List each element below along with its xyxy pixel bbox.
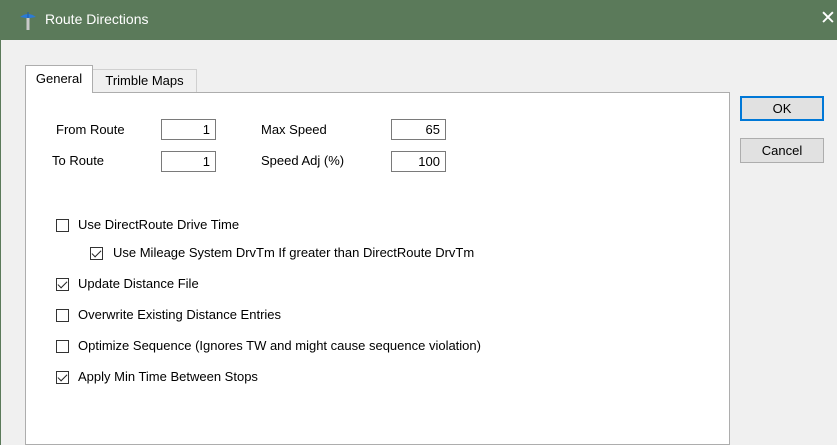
to-route-label: To Route <box>52 153 105 168</box>
speed-adj-label: Speed Adj (%) <box>261 153 345 168</box>
update-distance-label: Update Distance File <box>78 276 199 291</box>
tab-trimble-maps[interactable]: Trimble Maps <box>93 69 197 92</box>
title-bar: Route Directions ✕ <box>0 0 837 40</box>
apply-min-time-label: Apply Min Time Between Stops <box>78 369 258 384</box>
use-mileage-checkbox[interactable] <box>90 247 103 260</box>
use-mileage-label: Use Mileage System DrvTm If greater than… <box>113 245 475 260</box>
from-route-input[interactable]: 1 <box>161 119 216 140</box>
max-speed-label: Max Speed <box>261 122 327 137</box>
optimize-sequence-label: Optimize Sequence (Ignores TW and might … <box>78 338 481 353</box>
window-border <box>0 40 1 445</box>
overwrite-distance-checkbox[interactable] <box>56 309 69 322</box>
tab-general[interactable]: General <box>25 65 93 93</box>
map-pin-icon <box>20 12 36 30</box>
use-directroute-checkbox[interactable] <box>56 219 69 232</box>
max-speed-input[interactable]: 65 <box>391 119 446 140</box>
use-directroute-label: Use DirectRoute Drive Time <box>78 217 240 232</box>
tab-panel-general <box>25 92 730 445</box>
optimize-sequence-checkbox[interactable] <box>56 340 69 353</box>
window-title: Route Directions <box>45 11 149 27</box>
from-route-label: From Route <box>56 122 125 137</box>
speed-adj-input[interactable]: 100 <box>391 151 446 172</box>
overwrite-distance-label: Overwrite Existing Distance Entries <box>78 307 282 322</box>
apply-min-time-checkbox[interactable] <box>56 371 69 384</box>
to-route-input[interactable]: 1 <box>161 151 216 172</box>
close-icon[interactable]: ✕ <box>817 8 837 30</box>
ok-button[interactable]: OK <box>740 96 824 121</box>
cancel-button[interactable]: Cancel <box>740 138 824 163</box>
update-distance-checkbox[interactable] <box>56 278 69 291</box>
